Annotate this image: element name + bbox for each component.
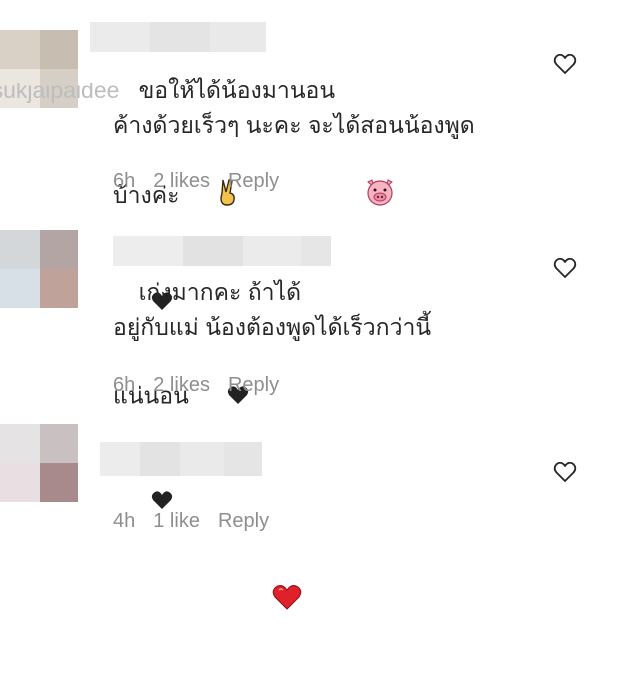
like-heart-icon[interactable] <box>552 460 578 484</box>
like-heart-icon[interactable] <box>552 256 578 280</box>
comment-meta: 4h 1 like Reply <box>113 510 269 533</box>
likes-count[interactable]: 2 likes <box>153 170 210 193</box>
pig-face-icon <box>326 143 473 251</box>
comment-text <box>272 444 332 690</box>
avatar[interactable] <box>0 424 78 502</box>
comment-meta: 6h 2 likes Reply <box>113 374 279 397</box>
timestamp[interactable]: 6h <box>113 170 135 193</box>
likes-count[interactable]: 1 like <box>153 510 200 533</box>
timestamp[interactable]: 4h <box>113 510 135 533</box>
avatar[interactable] <box>0 230 78 308</box>
red-heart-icon <box>272 514 332 655</box>
like-heart-icon[interactable] <box>552 52 578 76</box>
black-heart-icon <box>189 345 404 450</box>
username-blur[interactable] <box>100 442 262 476</box>
likes-count[interactable]: 2 likes <box>153 374 210 397</box>
reply-button[interactable]: Reply <box>228 170 279 193</box>
timestamp[interactable]: 6h <box>113 374 135 397</box>
reply-button[interactable]: Reply <box>228 374 279 397</box>
reply-button[interactable]: Reply <box>218 510 269 533</box>
comment-meta: 6h 2 likes Reply <box>113 170 279 193</box>
victory-hand-icon <box>179 143 326 251</box>
